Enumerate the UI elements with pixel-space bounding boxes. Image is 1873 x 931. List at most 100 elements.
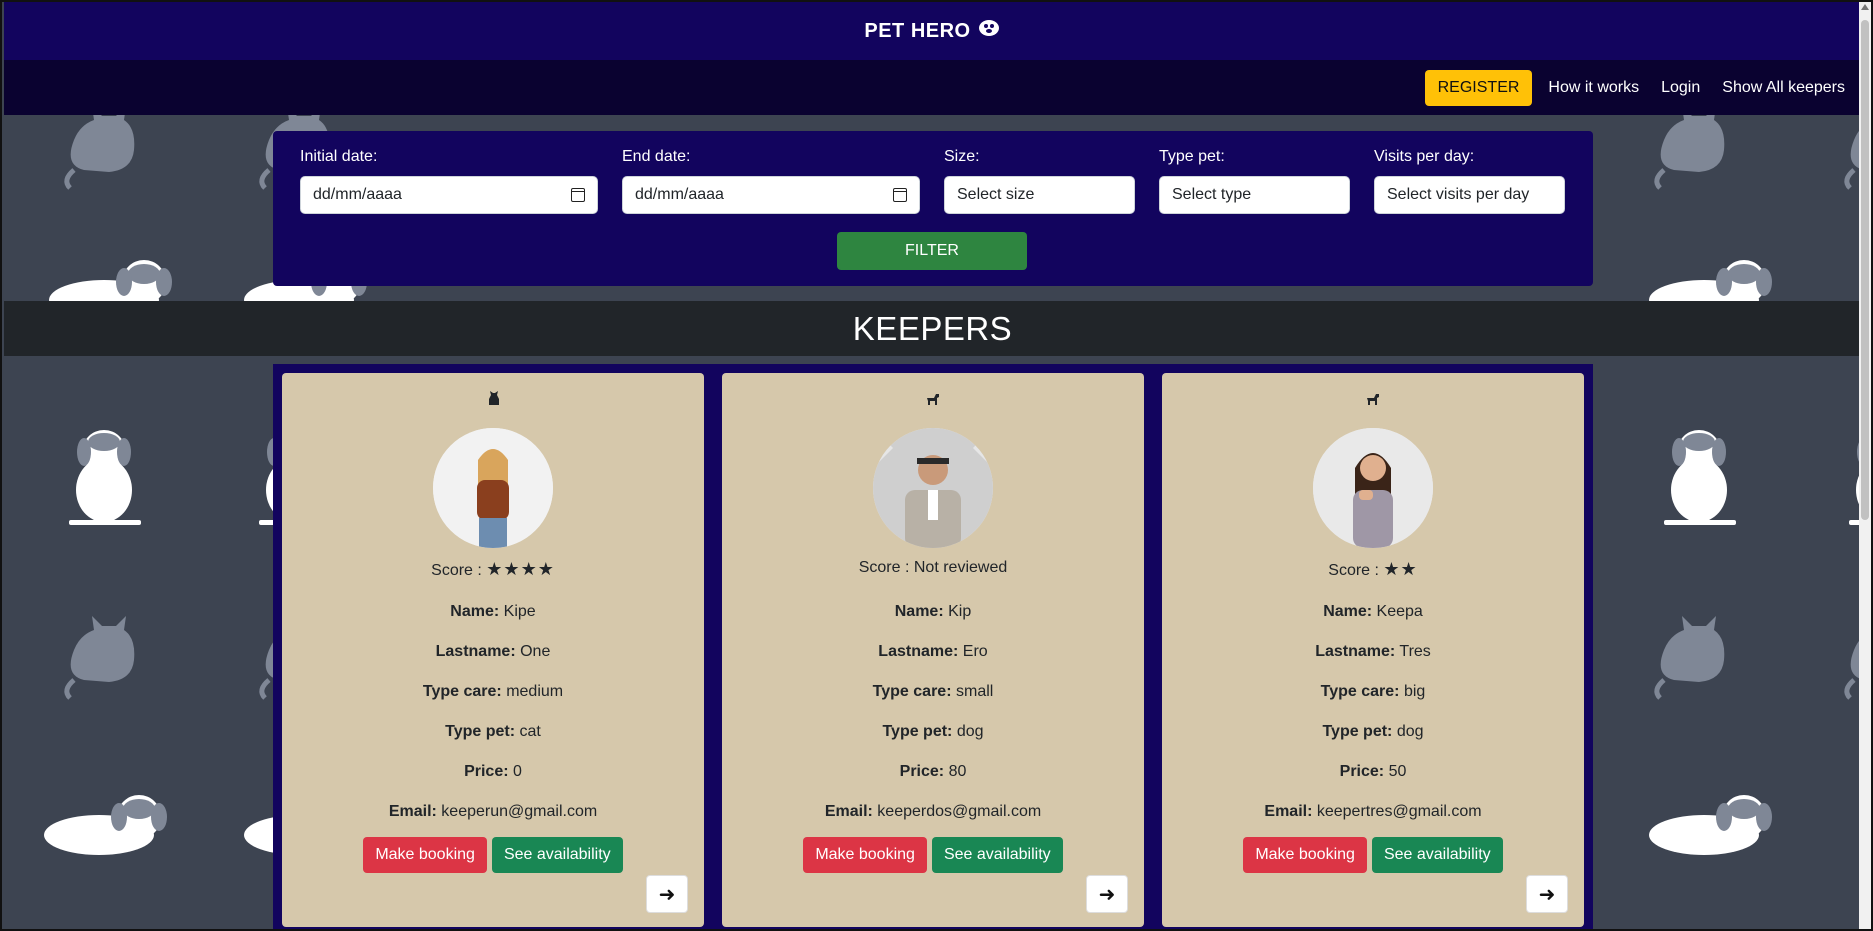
avatar [1313, 428, 1433, 548]
type-pet-field: Type pet: Select type [1159, 148, 1350, 214]
score-label: Score : [431, 562, 482, 579]
type-pet-value: dog [1396, 723, 1424, 740]
keeper-card: Score : Not reviewed Name: Kip Lastname:… [722, 373, 1144, 927]
visits-select[interactable]: Select visits per day [1374, 176, 1565, 214]
filter-button[interactable]: FILTER [837, 232, 1027, 270]
visits-label: Visits per day: [1374, 148, 1475, 165]
name-row: Name: Kipe [282, 603, 704, 621]
app-header: PET HERO [4, 2, 1861, 60]
price-label: Price: [1339, 763, 1385, 780]
type-pet-row: Type pet: cat [282, 723, 704, 741]
size-field: Size: Select size [944, 148, 1135, 214]
price-value: 80 [948, 763, 967, 780]
arrow-right-icon[interactable]: ➜ [1526, 875, 1568, 913]
make-booking-button[interactable]: Make booking [803, 837, 927, 873]
scrollbar-thumb[interactable] [1861, 20, 1869, 520]
type-care-row: Type care: small [722, 683, 1144, 701]
score-row: Score : ★★★★ [282, 559, 704, 580]
email-label: Email: [1264, 803, 1313, 820]
end-date-label: End date: [622, 148, 691, 165]
initial-date-field: Initial date: dd/mm/aaaa [300, 148, 598, 214]
price-row: Price: 50 [1162, 763, 1584, 781]
cat-icon [282, 390, 704, 411]
type-pet-label: Type pet: [1159, 148, 1225, 165]
type-pet-label: Type pet: [1322, 723, 1393, 740]
price-value: 50 [1388, 763, 1407, 780]
name-value: Kip [948, 603, 972, 620]
brand-title: PET HERO [864, 19, 971, 42]
email-row: Email: keeperun@gmail.com [282, 803, 704, 821]
name-label: Name: [1323, 603, 1373, 620]
card-actions: Make booking See availability [282, 837, 704, 873]
score-value: ★★ [1383, 559, 1418, 579]
email-label: Email: [388, 803, 437, 820]
type-care-value: big [1403, 683, 1426, 700]
score-row: Score : Not reviewed [722, 559, 1144, 577]
type-care-label: Type care: [1320, 683, 1400, 700]
price-row: Price: 80 [722, 763, 1144, 781]
calendar-icon[interactable] [893, 188, 907, 202]
visits-field: Visits per day: Select visits per day [1374, 148, 1565, 214]
lastname-value: Tres [1399, 643, 1431, 660]
card-actions: Make booking See availability [1162, 837, 1584, 873]
initial-date-label: Initial date: [300, 148, 378, 165]
arrow-right-icon[interactable]: ➜ [646, 875, 688, 913]
lastname-row: Lastname: Tres [1162, 643, 1584, 661]
name-label: Name: [894, 603, 944, 620]
name-row: Name: Keepa [1162, 603, 1584, 621]
type-pet-value: cat [519, 723, 541, 740]
login-link[interactable]: Login [1655, 79, 1706, 97]
dog-icon [722, 390, 1144, 411]
lastname-label: Lastname: [435, 643, 516, 660]
score-value: ★★★★ [486, 559, 555, 579]
score-label: Score : [1328, 562, 1379, 579]
name-label: Name: [450, 603, 500, 620]
show-all-keepers-link[interactable]: Show All keepers [1716, 79, 1851, 97]
type-pet-row: Type pet: dog [722, 723, 1144, 741]
page-scrollbar[interactable] [1859, 2, 1871, 929]
score-label: Score : [858, 559, 910, 576]
type-care-value: medium [506, 683, 564, 700]
type-care-row: Type care: medium [282, 683, 704, 701]
lastname-value: Ero [962, 643, 988, 660]
type-pet-select[interactable]: Select type [1159, 176, 1350, 214]
lastname-row: Lastname: Ero [722, 643, 1144, 661]
type-pet-value: dog [956, 723, 984, 740]
make-booking-button[interactable]: Make booking [1243, 837, 1367, 873]
price-value: 0 [513, 763, 522, 780]
keeper-card: Score : ★★ Name: Keepa Lastname: Tres Ty… [1162, 373, 1584, 927]
type-care-row: Type care: big [1162, 683, 1584, 701]
how-it-works-link[interactable]: How it works [1542, 79, 1645, 97]
type-pet-row: Type pet: dog [1162, 723, 1584, 741]
section-title: KEEPERS [4, 301, 1861, 356]
avatar [433, 428, 553, 548]
card-actions: Make booking See availability [722, 837, 1144, 873]
see-availability-button[interactable]: See availability [931, 837, 1063, 873]
initial-date-input[interactable]: dd/mm/aaaa [300, 176, 598, 214]
calendar-icon[interactable] [571, 188, 585, 202]
size-select[interactable]: Select size [944, 176, 1135, 214]
dog-icon [1162, 390, 1584, 411]
register-button[interactable]: REGISTER [1424, 69, 1533, 106]
price-label: Price: [464, 763, 509, 780]
end-date-input[interactable]: dd/mm/aaaa [622, 176, 920, 214]
email-value: keepertres@gmail.com [1316, 803, 1482, 820]
nav-bar: REGISTER How it works Login Show All kee… [4, 60, 1861, 115]
type-care-value: small [955, 683, 994, 700]
price-row: Price: 0 [282, 763, 704, 781]
filter-panel: Initial date: dd/mm/aaaa End date: dd/mm… [273, 131, 1593, 286]
arrow-right-icon[interactable]: ➜ [1086, 875, 1128, 913]
end-date-value: dd/mm/aaaa [635, 186, 724, 203]
initial-date-value: dd/mm/aaaa [313, 186, 402, 203]
lastname-label: Lastname: [878, 643, 959, 660]
see-availability-button[interactable]: See availability [1371, 837, 1503, 873]
type-care-label: Type care: [422, 683, 502, 700]
end-date-field: End date: dd/mm/aaaa [622, 148, 920, 214]
name-value: Keepa [1376, 603, 1423, 620]
see-availability-button[interactable]: See availability [491, 837, 623, 873]
scroll-up-icon[interactable] [1861, 4, 1869, 10]
paw-logo-icon [977, 18, 1001, 44]
type-pet-label: Type pet: [445, 723, 516, 740]
keeper-card: Score : ★★★★ Name: Kipe Lastname: One Ty… [282, 373, 704, 927]
make-booking-button[interactable]: Make booking [363, 837, 487, 873]
